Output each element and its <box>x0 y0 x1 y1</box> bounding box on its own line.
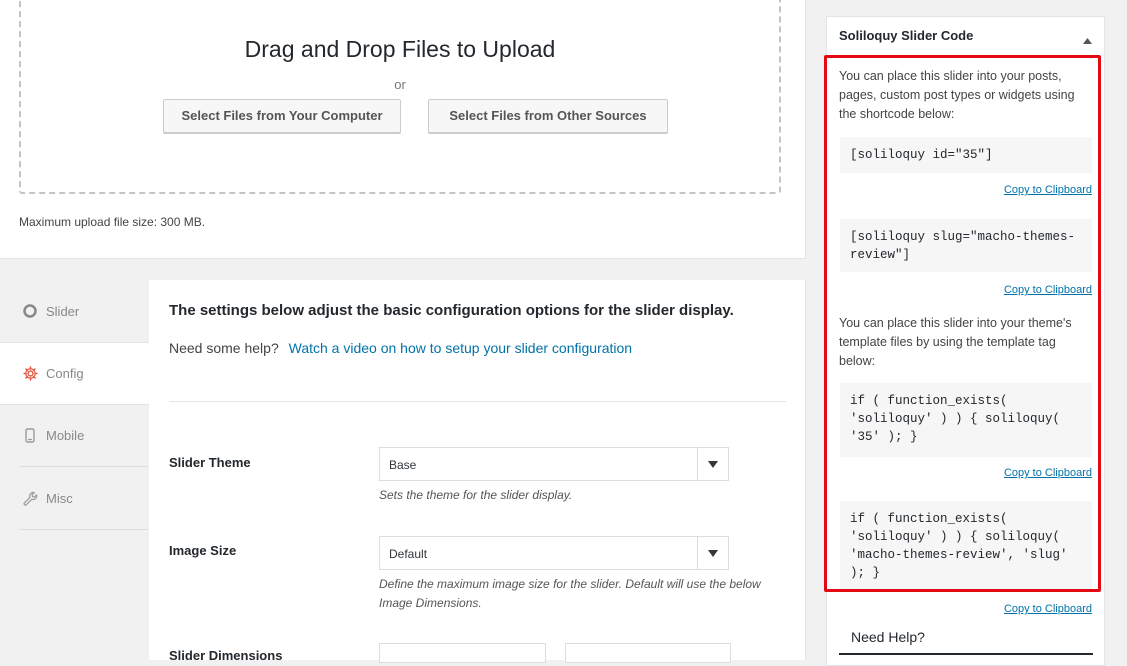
metabox-title: Soliloquy Slider Code <box>839 28 974 43</box>
template-slug-code[interactable]: if ( function_exists( 'soliloquy' ) ) { … <box>840 501 1092 589</box>
max-upload-size: Maximum upload file size: 300 MB. <box>19 215 206 229</box>
need-help-heading: Need Help? <box>851 629 925 645</box>
chevron-down-icon <box>697 448 728 480</box>
tab-label: Config <box>46 366 84 381</box>
divider <box>169 401 786 402</box>
upload-panel: Drag and Drop Files to Upload or Select … <box>0 0 806 259</box>
image-size-value: Default <box>389 547 428 561</box>
slider-theme-label: Slider Theme <box>169 455 251 470</box>
settings-heading: The settings below adjust the basic conf… <box>169 302 734 319</box>
circle-icon <box>22 303 38 319</box>
chevron-down-icon <box>697 537 728 569</box>
copy-to-clipboard-link[interactable]: Copy to Clipboard <box>1004 184 1092 196</box>
tab-label: Slider <box>46 303 80 319</box>
tab-config[interactable]: Config <box>0 342 149 405</box>
shortcode-intro: You can place this slider into your post… <box>839 69 1075 121</box>
tab-label: Misc <box>46 491 73 506</box>
select-files-other-button[interactable]: Select Files from Other Sources <box>428 99 668 133</box>
mobile-icon <box>22 428 38 444</box>
shortcode-id-code[interactable]: [soliloquy id="35"] <box>840 137 1092 173</box>
slider-theme-value: Base <box>389 458 417 472</box>
slider-width-input[interactable] <box>379 643 546 663</box>
tab-mobile[interactable]: Mobile <box>19 405 148 467</box>
template-tag-intro: You can place this slider into your them… <box>839 316 1072 368</box>
copy-to-clipboard-link[interactable]: Copy to Clipboard <box>1004 467 1092 479</box>
help-line: Need some help? Watch a video on how to … <box>169 340 632 356</box>
gear-icon <box>22 366 38 382</box>
image-size-select[interactable]: Default <box>379 536 729 570</box>
copy-to-clipboard-link[interactable]: Copy to Clipboard <box>1004 603 1092 615</box>
collapse-arrow-icon[interactable] <box>1083 31 1092 49</box>
wrench-icon <box>22 491 38 507</box>
tab-label: Mobile <box>46 428 85 443</box>
slider-height-input[interactable] <box>565 643 731 663</box>
help-prefix: Need some help? <box>169 340 279 356</box>
image-size-label: Image Size <box>169 543 237 558</box>
help-video-link[interactable]: Watch a video on how to setup your slide… <box>289 340 632 356</box>
template-id-code[interactable]: if ( function_exists( 'soliloquy' ) ) { … <box>840 383 1092 457</box>
tab-misc[interactable]: Misc <box>19 468 148 530</box>
slider-theme-description: Sets the theme for the slider display. <box>379 488 573 502</box>
settings-tabs: Slider Config Mobile Misc <box>0 280 149 660</box>
tab-slider[interactable]: Slider <box>0 280 149 342</box>
copy-to-clipboard-link[interactable]: Copy to Clipboard <box>1004 284 1092 296</box>
drop-zone-title: Drag and Drop Files to Upload <box>244 36 556 62</box>
slider-dimensions-label: Slider Dimensions <box>169 648 283 660</box>
settings-panel: Slider Config Mobile Misc The settings b… <box>0 280 806 663</box>
image-size-description: Define the maximum image size for the sl… <box>379 577 761 610</box>
slider-theme-select[interactable]: Base <box>379 447 729 481</box>
select-files-computer-button[interactable]: Select Files from Your Computer <box>163 99 401 133</box>
drop-zone[interactable]: Drag and Drop Files to Upload or Select … <box>19 0 781 194</box>
shortcode-slug-code[interactable]: [soliloquy slug="macho-themes-review"] <box>840 219 1092 272</box>
drop-zone-or: or <box>394 77 406 92</box>
